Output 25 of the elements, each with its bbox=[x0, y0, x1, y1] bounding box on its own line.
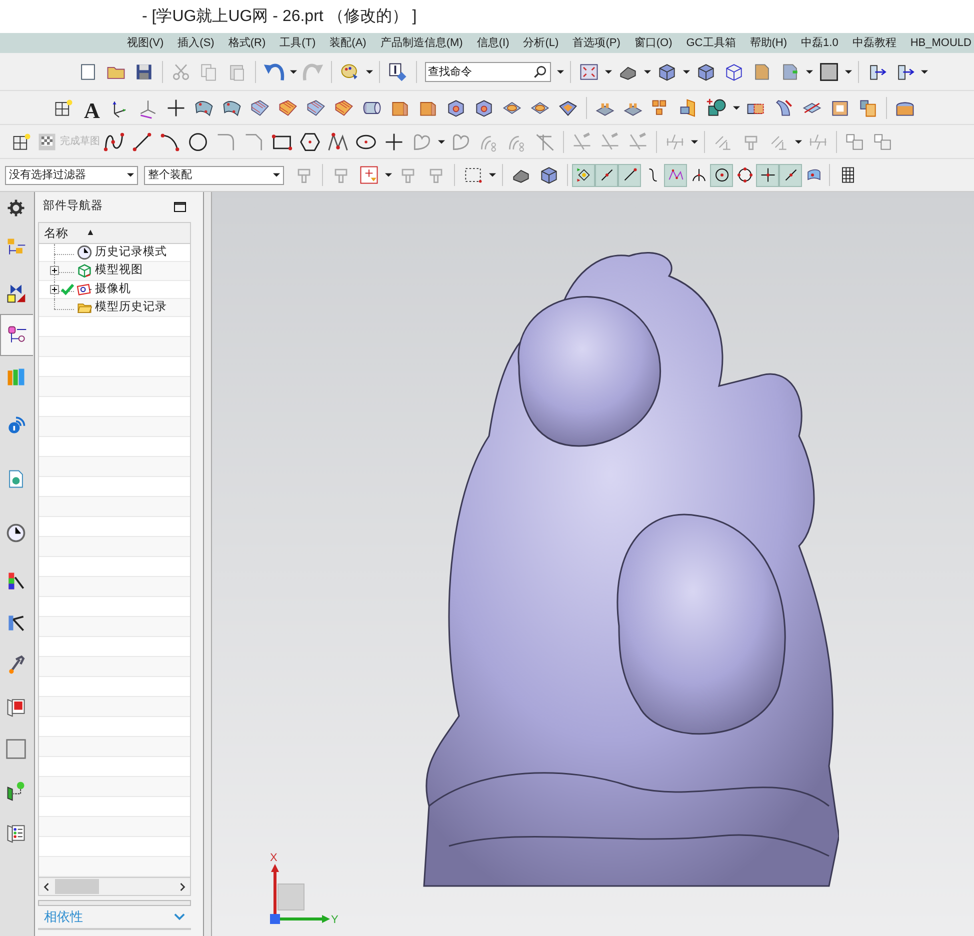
menu-item[interactable]: 分析(L) bbox=[523, 34, 559, 52]
menu-item[interactable]: 中磊1.0 bbox=[801, 34, 838, 52]
dropdown[interactable]: 整个装配 bbox=[144, 166, 284, 184]
tree-item[interactable]: 历史记录模式 bbox=[95, 244, 167, 262]
menu-item[interactable]: 视图(V) bbox=[127, 34, 164, 52]
panel-title: 部件导航器 bbox=[43, 198, 103, 214]
axis-label: X bbox=[270, 851, 278, 866]
dropdown[interactable]: 没有选择过滤器 bbox=[5, 166, 138, 184]
menu-item[interactable]: 中磊教程 bbox=[852, 34, 896, 52]
menu-item[interactable]: 信息(I) bbox=[476, 34, 510, 52]
text-tool-button[interactable]: A bbox=[78, 94, 106, 122]
menu-item[interactable]: 插入(S) bbox=[178, 34, 214, 52]
window-title: - [学UG就上UG网 - 26.prt （修改的） ] bbox=[142, 6, 417, 26]
menu-item[interactable]: 工具(T) bbox=[280, 34, 316, 52]
menu-item[interactable]: 格式(R) bbox=[228, 34, 266, 52]
menu-item[interactable]: 装配(A) bbox=[330, 34, 366, 52]
menu-item[interactable]: 窗口(O) bbox=[634, 34, 672, 52]
tree-item[interactable]: 摄像机 bbox=[95, 280, 131, 298]
menu-item[interactable]: 首选项(P) bbox=[572, 34, 620, 52]
menu-item[interactable]: GC工具箱 bbox=[686, 34, 736, 52]
menu-item[interactable]: HB_MOULD bbox=[910, 34, 972, 52]
axis-label: Y bbox=[331, 913, 338, 928]
menu-item[interactable]: 产品制造信息(M) bbox=[380, 34, 463, 52]
menu-item[interactable]: 帮助(H) bbox=[750, 34, 788, 52]
column-header[interactable]: 名称 ▲ bbox=[39, 223, 190, 244]
